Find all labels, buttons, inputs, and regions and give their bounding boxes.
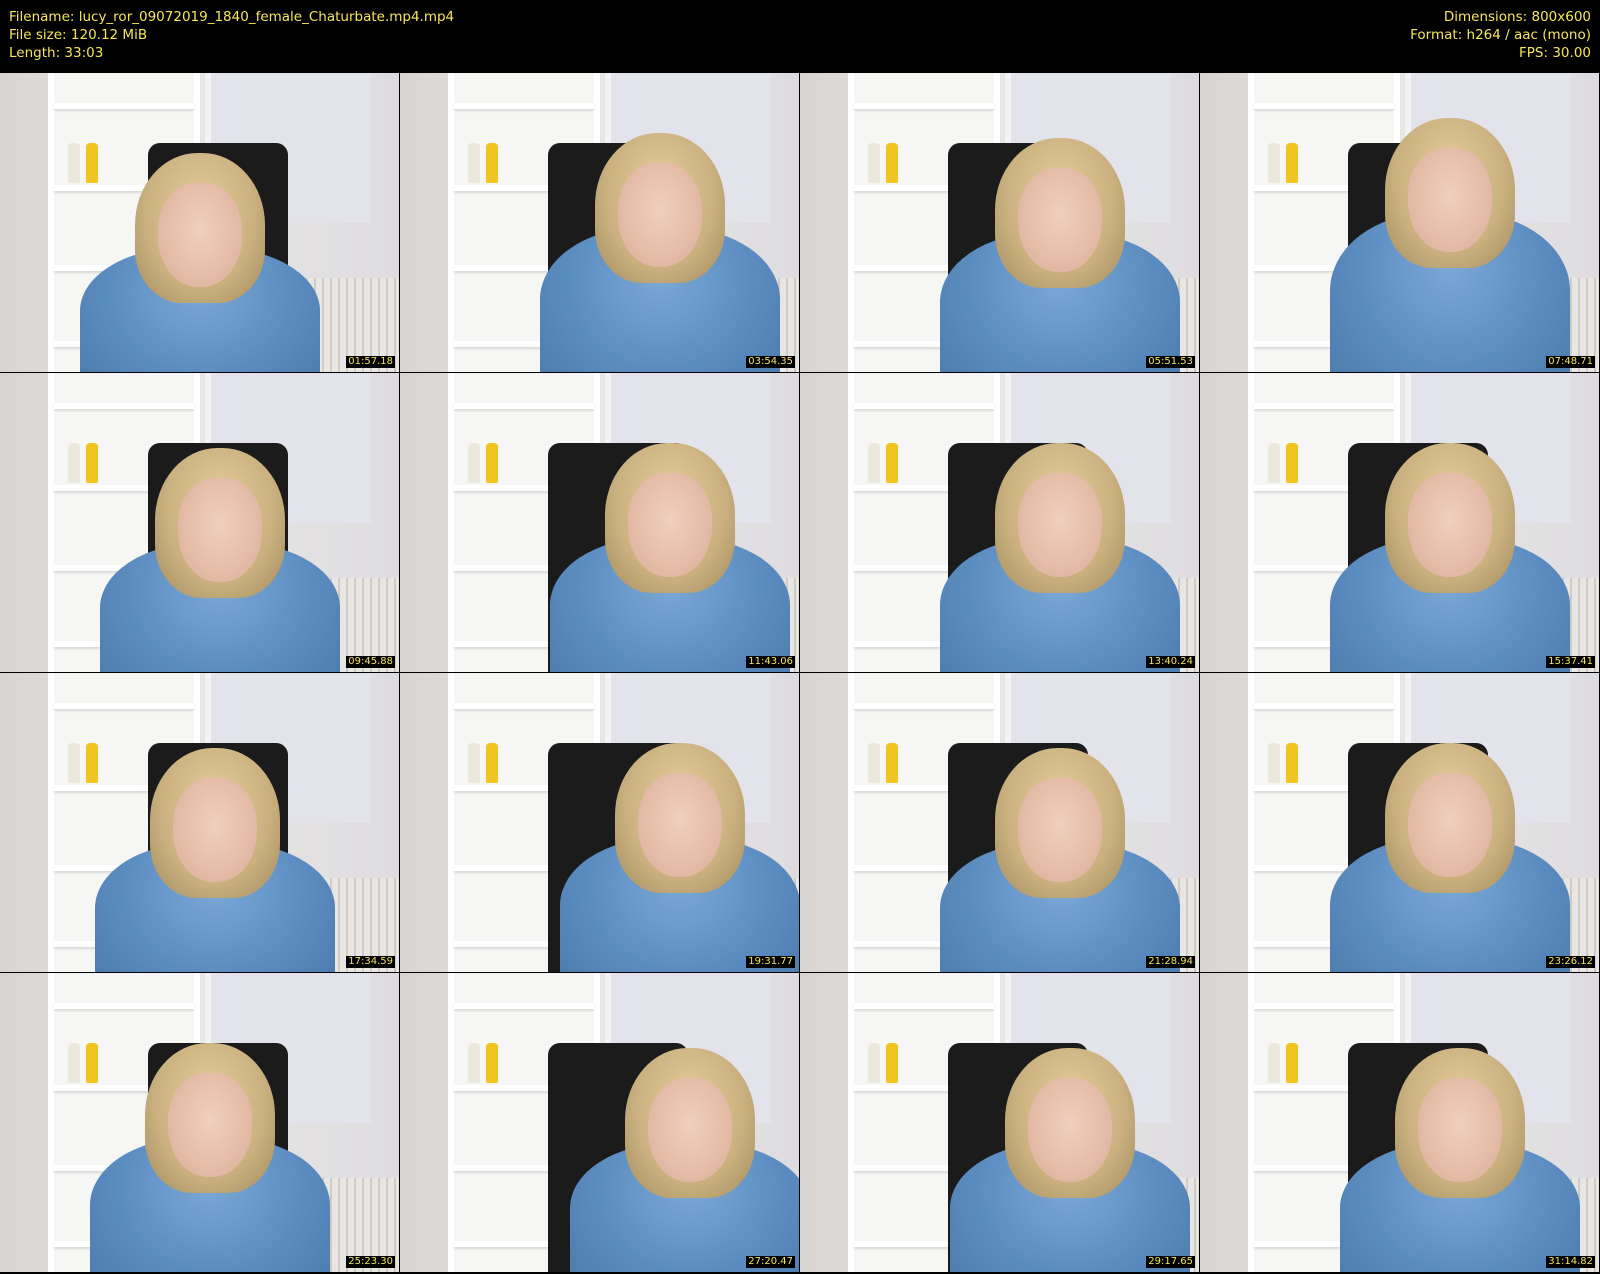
timestamp-label: 25:23.30 <box>346 1256 395 1268</box>
video-thumbnail: 11:43.06 <box>400 373 799 672</box>
timestamp-label: 05:51.53 <box>1146 356 1195 368</box>
person-face <box>1408 148 1492 252</box>
person-face <box>618 163 702 267</box>
video-thumbnail: 23:26.12 <box>1200 673 1599 972</box>
video-thumbnail: 15:37.41 <box>1200 373 1599 672</box>
video-thumbnail: 29:17.65 <box>800 973 1199 1272</box>
video-thumbnail: 01:57.18 <box>0 73 399 372</box>
video-thumbnail: 03:54.35 <box>400 73 799 372</box>
video-thumbnail: 17:34.59 <box>0 673 399 972</box>
person-face <box>648 1078 732 1182</box>
timestamp-label: 01:57.18 <box>346 356 395 368</box>
video-thumbnail: 27:20.47 <box>400 973 799 1272</box>
thumbnail-grid: 01:57.18 03:54.35 05:51.53 07:48.71 09:4… <box>0 73 1600 1274</box>
stream-info: Dimensions: 800x600 Format: h264 / aac (… <box>1410 8 1591 62</box>
timestamp-label: 17:34.59 <box>346 956 395 968</box>
timestamp-label: 23:26.12 <box>1546 956 1595 968</box>
video-thumbnail: 07:48.71 <box>1200 73 1599 372</box>
timestamp-label: 07:48.71 <box>1546 356 1595 368</box>
timestamp-label: 27:20.47 <box>746 1256 795 1268</box>
timestamp-label: 29:17.65 <box>1146 1256 1195 1268</box>
person-face <box>1408 773 1492 877</box>
dimensions-text: Dimensions: 800x600 <box>1443 9 1591 25</box>
file-size-text: File size: 120.12 MiB <box>9 27 148 43</box>
person-face <box>168 1073 252 1177</box>
person-face <box>178 478 262 582</box>
video-thumbnail: 05:51.53 <box>800 73 1199 372</box>
file-info: Filename: lucy_ror_09072019_1840_female_… <box>9 8 454 62</box>
video-thumbnail: 25:23.30 <box>0 973 399 1272</box>
timestamp-label: 19:31.77 <box>746 956 795 968</box>
person-face <box>1018 168 1102 272</box>
person-face <box>1028 1078 1112 1182</box>
timestamp-label: 09:45.88 <box>346 656 395 668</box>
timestamp-label: 21:28.94 <box>1146 956 1195 968</box>
video-thumbnail: 09:45.88 <box>0 373 399 672</box>
timestamp-label: 03:54.35 <box>746 356 795 368</box>
person-face <box>628 473 712 577</box>
timestamp-label: 15:37.41 <box>1546 656 1595 668</box>
timestamp-label: 11:43.06 <box>746 656 795 668</box>
person-face <box>638 773 722 877</box>
filename-text: Filename: lucy_ror_09072019_1840_female_… <box>9 9 455 25</box>
video-thumbnail: 31:14.82 <box>1200 973 1599 1272</box>
person-face <box>158 183 242 287</box>
video-thumbnail: 13:40.24 <box>800 373 1199 672</box>
format-text: Format: h264 / aac (mono) <box>1410 27 1591 43</box>
person-face <box>173 778 257 882</box>
fps-text: FPS: 30.00 <box>1519 45 1591 61</box>
timestamp-label: 13:40.24 <box>1146 656 1195 668</box>
length-text: Length: 33:03 <box>9 45 104 61</box>
person-face <box>1408 473 1492 577</box>
video-thumbnail: 21:28.94 <box>800 673 1199 972</box>
person-face <box>1418 1078 1502 1182</box>
info-header: Filename: lucy_ror_09072019_1840_female_… <box>0 0 1600 72</box>
person-face <box>1018 473 1102 577</box>
person-face <box>1018 778 1102 882</box>
timestamp-label: 31:14.82 <box>1546 1256 1595 1268</box>
video-thumbnail: 19:31.77 <box>400 673 799 972</box>
